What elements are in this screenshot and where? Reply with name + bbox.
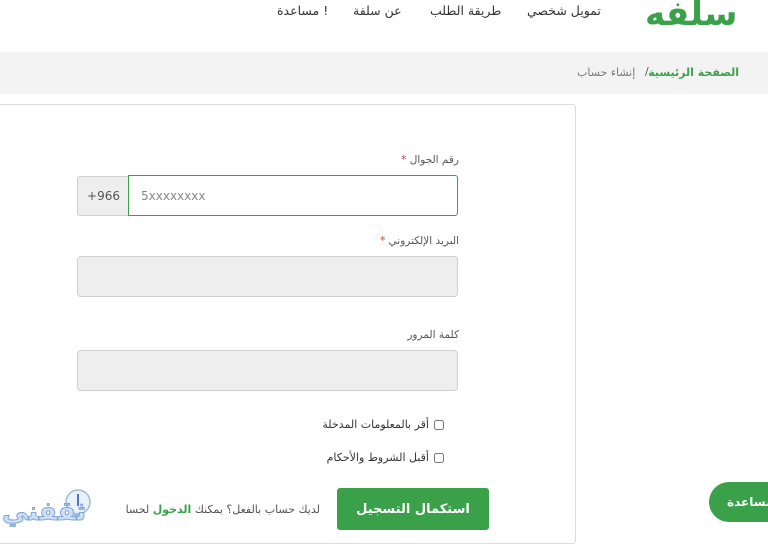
phone-label: رقم الجوال * [401, 154, 459, 166]
accept-terms-checkbox[interactable] [434, 452, 444, 463]
accept-terms-label: أقبل الشروط والأحكام [326, 451, 429, 464]
help-button[interactable]: مساعدة [709, 482, 768, 522]
lightbulb-icon: ثقفني [2, 489, 91, 528]
complete-registration-button[interactable]: استكمال التسجيل [337, 488, 489, 530]
registration-card [0, 104, 576, 544]
password-label: كلمة المرور [407, 329, 459, 341]
confirm-info-row[interactable]: أقر بالمعلومات المدخلة [322, 418, 444, 431]
watermark-logo: ثقفني [0, 480, 100, 531]
nav-item-personal-finance[interactable]: تمويل شخصي [527, 3, 601, 18]
accept-terms-row[interactable]: أقبل الشروط والأحكام [327, 451, 444, 464]
phone-input[interactable] [128, 175, 458, 216]
phone-country-code: +966 [77, 176, 129, 216]
breadcrumb-home-link[interactable]: الصفحة الرئيسية [648, 66, 739, 79]
nav-item-how-to-apply[interactable]: طريقة الطلب [430, 3, 501, 18]
nav-item-help[interactable]: مساعدة ! [277, 3, 328, 18]
site-logo[interactable]: سلفه [645, 0, 737, 34]
confirm-info-checkbox[interactable] [434, 419, 444, 430]
top-navigation: سلفه تمويل شخصي طريقة الطلب عن سلفة مساع… [0, 0, 768, 52]
email-label: البريد الإلكتروني * [379, 235, 459, 247]
watermark-text: ثقفني [2, 497, 86, 527]
nav-item-about[interactable]: عن سلفة [353, 3, 402, 18]
email-input[interactable] [77, 256, 458, 297]
required-mark: * [401, 154, 407, 166]
required-mark: * [379, 235, 386, 247]
breadcrumb-separator: / [645, 65, 649, 78]
password-input[interactable] [77, 350, 458, 391]
login-link[interactable]: الدخول [153, 503, 192, 516]
confirm-info-label: أقر بالمعلومات المدخلة [322, 418, 429, 431]
breadcrumb: الصفحة الرئيسية / إنشاء حساب [0, 52, 768, 94]
login-prompt: لديك حساب بالفعل؟ يمكنك الدخول لحسا [125, 503, 320, 516]
breadcrumb-current: إنشاء حساب [577, 66, 636, 79]
